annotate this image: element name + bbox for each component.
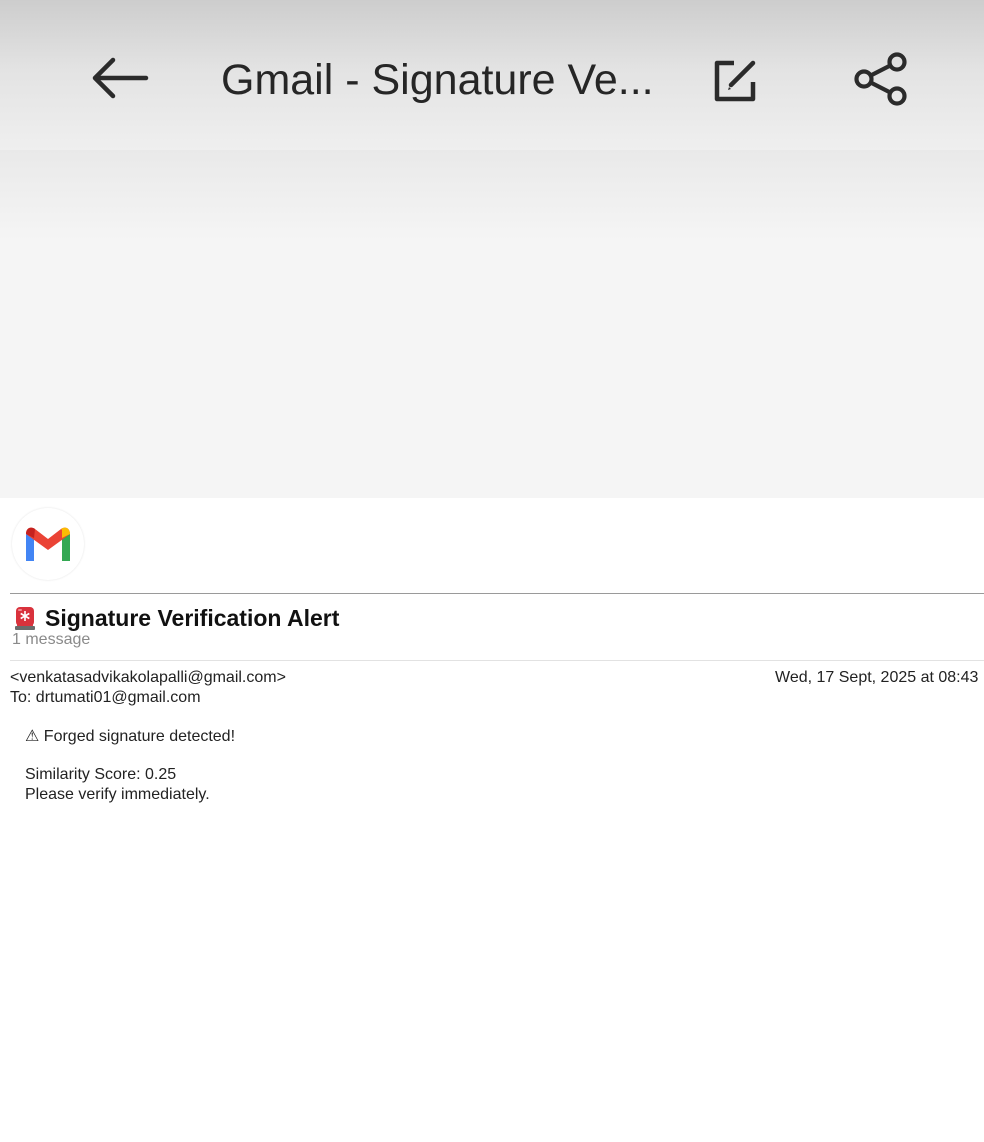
verify-instruction-line: Please verify immediately. — [25, 786, 210, 803]
message-count: 1 message — [12, 631, 91, 648]
message-divider — [10, 660, 984, 661]
arrow-left-icon — [92, 57, 149, 99]
email-subject: Signature Verification Alert — [45, 604, 340, 631]
recipient-address: To: drtumati01@gmail.com — [10, 689, 201, 706]
page-gap — [0, 150, 984, 498]
warning-line: ⚠ Forged signature detected! — [25, 728, 236, 745]
gmail-logo — [12, 508, 84, 580]
sender-address: <venkatasadvikakolapalli@gmail.com> — [10, 669, 286, 686]
app-bar: Gmail - Signature Ve... — [0, 0, 984, 150]
subject-row: Signature Verification Alert — [12, 603, 339, 633]
sent-date: Wed, 17 Sept, 2025 at 08:43 — [775, 669, 979, 686]
share-icon — [854, 52, 907, 106]
gmail-logo-icon — [26, 527, 70, 561]
back-button[interactable] — [86, 50, 152, 106]
share-button[interactable] — [850, 48, 912, 110]
document-title: Gmail - Signature Ve... — [221, 56, 654, 104]
similarity-score-line: Similarity Score: 0.25 — [25, 766, 177, 783]
rotating-light-icon — [15, 607, 35, 630]
header-divider — [10, 593, 984, 594]
edit-note-icon — [714, 60, 756, 102]
edit-button[interactable] — [706, 52, 762, 108]
pdf-viewer-screen: Gmail - Signature Ve... Signature Verifi… — [0, 0, 984, 1142]
email-print-page: Signature Verification Alert 1 message <… — [0, 498, 984, 1142]
